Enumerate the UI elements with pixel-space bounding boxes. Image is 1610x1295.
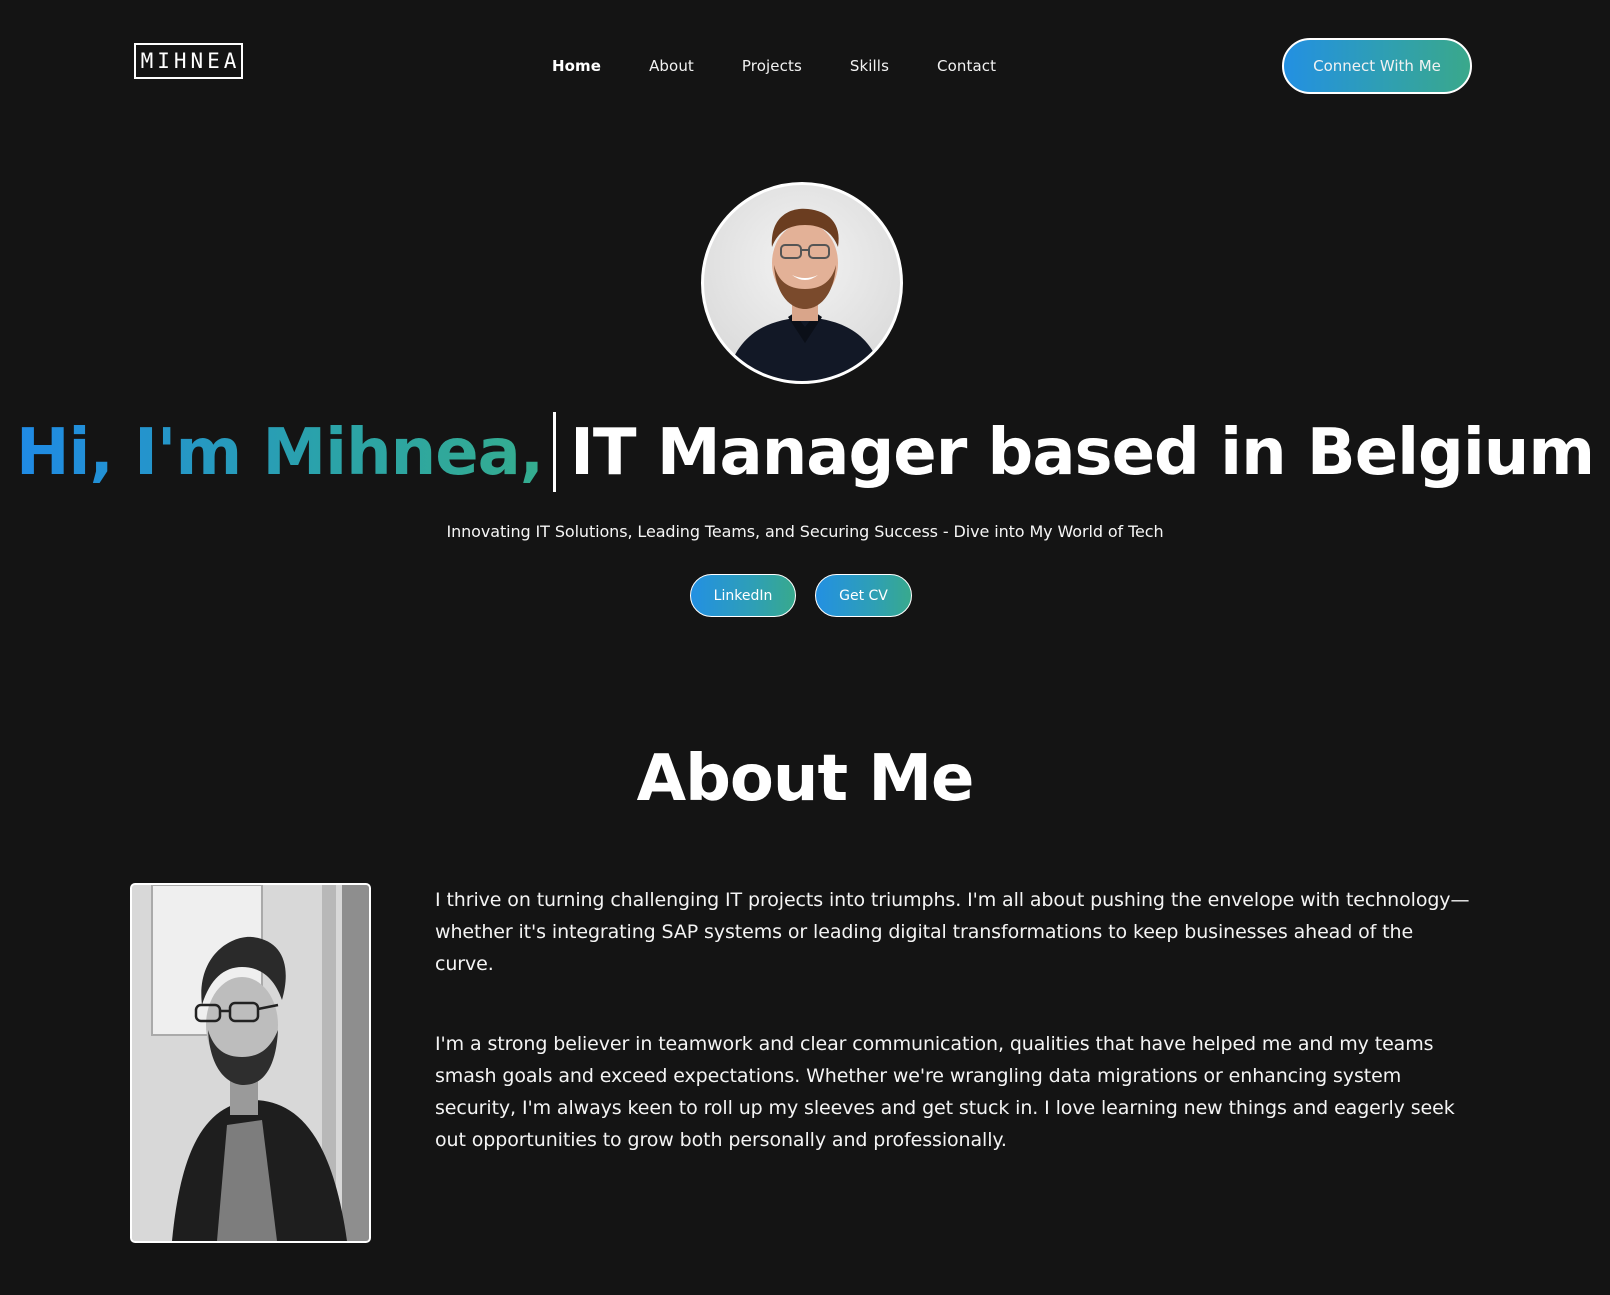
nav-link-projects[interactable]: Projects <box>742 55 802 77</box>
nav-link-skills[interactable]: Skills <box>850 55 889 77</box>
portfolio-page: MIHNEA Home About Projects Skills Contac… <box>0 0 1610 1295</box>
bw-portrait-illustration <box>132 885 369 1241</box>
nav-link-contact[interactable]: Contact <box>937 55 996 77</box>
nav-link-home[interactable]: Home <box>552 55 601 77</box>
main-nav: Home About Projects Skills Contact <box>552 55 1044 77</box>
about-paragraph: I'm a strong believer in teamwork and cl… <box>435 1033 1455 1151</box>
linkedin-button[interactable]: LinkedIn <box>690 574 796 617</box>
hero-headline: Hi, I'm Mihnea, IT Manager based in Belgi… <box>0 408 1610 498</box>
hero-headline-role: IT Manager based in Belgium <box>570 416 1595 490</box>
site-logo[interactable]: MIHNEA <box>134 43 243 79</box>
hero-headline-greeting: Hi, I'm Mihnea, <box>15 416 544 490</box>
nav-link-about[interactable]: About <box>649 55 694 77</box>
portrait-illustration <box>725 208 885 381</box>
connect-with-me-button[interactable]: Connect With Me <box>1282 38 1472 94</box>
about-section-title: About Me <box>636 742 975 816</box>
typing-cursor <box>553 412 557 493</box>
about-paragraph: I thrive on turning challenging IT proje… <box>435 889 1470 975</box>
about-text: I thrive on turning challenging IT proje… <box>435 884 1475 1204</box>
profile-avatar <box>701 182 903 384</box>
about-photo <box>130 883 371 1243</box>
get-cv-button[interactable]: Get CV <box>815 574 912 617</box>
hero-subtitle: Innovating IT Solutions, Leading Teams, … <box>446 522 1164 541</box>
